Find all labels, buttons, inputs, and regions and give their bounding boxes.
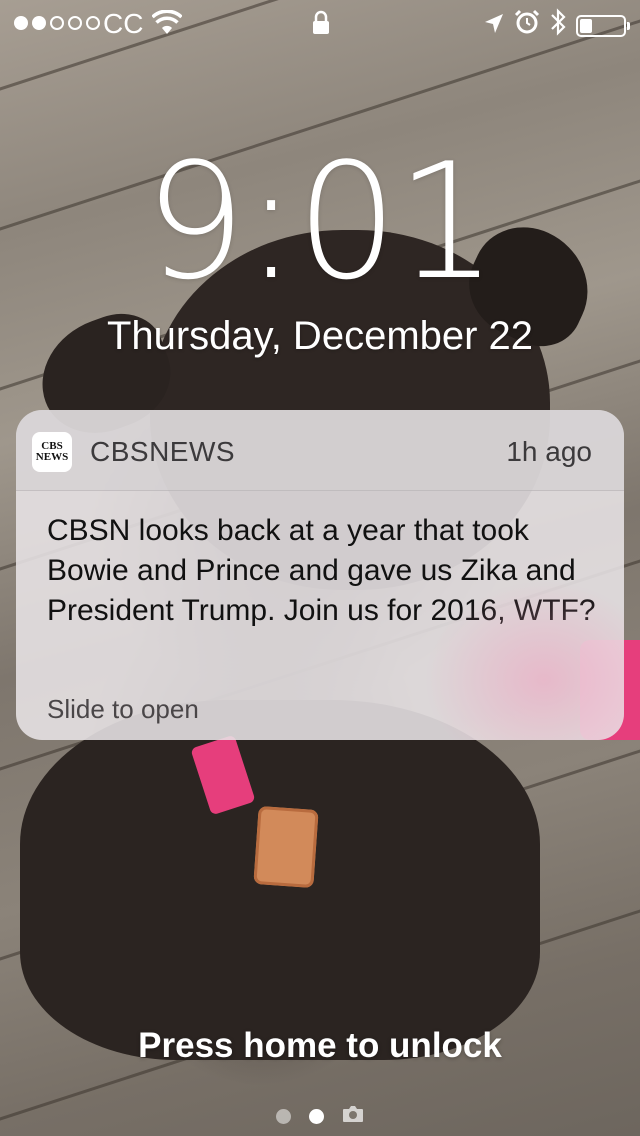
- page-dot-1[interactable]: [276, 1109, 291, 1124]
- notification-message: CBSN looks back at a year that took Bowi…: [47, 514, 596, 627]
- signal-strength-icon: [14, 16, 100, 30]
- slide-to-open-hint[interactable]: Slide to open: [47, 694, 199, 725]
- lock-screen: CC 9:01 Thursday, December 22 CBS NEWS C…: [0, 0, 640, 1136]
- notification-header: CBS NEWS CBSNEWS 1h ago: [16, 410, 624, 491]
- page-dot-2[interactable]: [309, 1109, 324, 1124]
- bluetooth-icon: [550, 8, 566, 43]
- wifi-icon: [151, 9, 183, 43]
- camera-icon[interactable]: [342, 1105, 364, 1128]
- lock-screen-time: 9:01: [144, 128, 497, 315]
- app-icon-label: CBS NEWS: [35, 440, 69, 463]
- cbs-news-app-icon: CBS NEWS: [32, 432, 72, 472]
- battery-icon: [576, 14, 630, 37]
- status-bar: CC: [0, 0, 640, 50]
- lock-screen-date: Thursday, December 22: [106, 314, 534, 358]
- press-home-hint: Press home to unlock: [138, 1026, 502, 1065]
- location-icon: [484, 10, 504, 42]
- page-indicator[interactable]: [276, 1105, 364, 1128]
- lock-icon: [312, 10, 330, 43]
- carrier-name: CC: [103, 8, 144, 39]
- alarm-icon: [514, 9, 540, 42]
- notification-card[interactable]: CBS NEWS CBSNEWS 1h ago CBSN looks back …: [16, 410, 624, 740]
- notification-time: 1h ago: [506, 436, 592, 467]
- battery-level: [580, 18, 592, 33]
- notification-app-name: CBSNEWS: [90, 436, 236, 467]
